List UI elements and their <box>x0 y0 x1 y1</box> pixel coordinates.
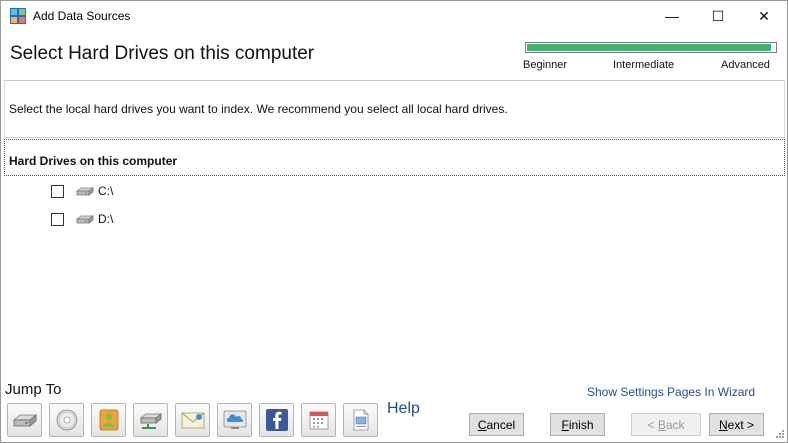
maximize-button[interactable]: ☐ <box>695 1 741 31</box>
jump-calendar-button[interactable] <box>301 403 336 437</box>
finish-button[interactable]: Finish <box>550 413 605 436</box>
finish-access-key: F <box>561 417 569 432</box>
jump-email-button[interactable] <box>175 403 210 437</box>
finish-label: inish <box>568 417 594 432</box>
drive-d-checkbox[interactable] <box>51 212 64 226</box>
app-icon <box>10 8 26 24</box>
level-beginner: Beginner <box>523 59 568 71</box>
cloud-icon <box>223 410 246 429</box>
show-settings-pages-link[interactable]: Show Settings Pages In Wizard <box>587 385 755 399</box>
jump-to-label: Jump To <box>5 381 62 398</box>
title-bar: Add Data Sources — ☐ ✕ <box>1 1 787 31</box>
calendar-icon <box>309 411 328 430</box>
jump-cloud-button[interactable] <box>217 403 252 437</box>
jump-facebook-button[interactable] <box>259 403 294 437</box>
drive-d-label: D:\ <box>98 212 114 226</box>
disc-icon <box>56 409 77 431</box>
description-text: Select the local hard drives you want to… <box>9 102 508 116</box>
next-label: ext > <box>727 417 755 432</box>
hard-drive-icon <box>12 414 37 427</box>
drive-c-label: C:\ <box>98 184 114 198</box>
user-folder-icon <box>99 409 118 431</box>
document-icon <box>353 409 368 431</box>
help-link[interactable]: Help <box>387 400 420 418</box>
resize-grip-icon[interactable] <box>773 429 785 441</box>
back-access-key: B <box>657 417 666 432</box>
drive-c-checkbox[interactable] <box>51 184 64 198</box>
network-drive-icon <box>139 413 162 429</box>
jump-hard-drives-button[interactable] <box>7 403 42 437</box>
drive-row-d[interactable]: D:\ <box>51 211 113 227</box>
level-advanced: Advanced <box>721 59 770 71</box>
section-title: Hard Drives on this computer <box>9 154 178 168</box>
facebook-icon <box>265 409 288 431</box>
mail-icon <box>181 412 204 429</box>
cancel-button[interactable]: Cancel <box>469 413 524 436</box>
back-prefix: < <box>647 417 658 432</box>
back-label: ack <box>665 417 685 432</box>
jump-user-folders-button[interactable] <box>91 403 126 437</box>
next-access-key: N <box>718 417 728 432</box>
minimize-button[interactable]: — <box>649 1 695 31</box>
description-panel: Select the local hard drives you want to… <box>4 81 785 138</box>
jump-network-drives-button[interactable] <box>133 403 168 437</box>
window-title: Add Data Sources <box>33 9 131 23</box>
next-button[interactable]: Next > <box>709 413 764 436</box>
close-button[interactable]: ✕ <box>741 1 787 31</box>
experience-progress-bar <box>525 42 777 53</box>
level-intermediate: Intermediate <box>613 59 675 71</box>
hard-drive-icon <box>76 215 94 224</box>
hard-drive-icon <box>76 187 94 196</box>
section-header: Hard Drives on this computer <box>4 139 785 176</box>
back-button[interactable]: < Back <box>631 413 701 436</box>
page-title: Select Hard Drives on this computer <box>10 43 315 64</box>
cancel-label: ancel <box>486 417 516 432</box>
jump-documents-button[interactable] <box>343 403 378 437</box>
add-data-sources-window: Add Data Sources — ☐ ✕ Select Hard Drive… <box>0 0 788 443</box>
cancel-access-key: C <box>477 417 487 432</box>
jump-discs-button[interactable] <box>49 403 84 437</box>
progress-fill <box>527 44 771 51</box>
drive-row-c[interactable]: C:\ <box>51 183 113 199</box>
jump-to-toolbar <box>7 403 378 437</box>
